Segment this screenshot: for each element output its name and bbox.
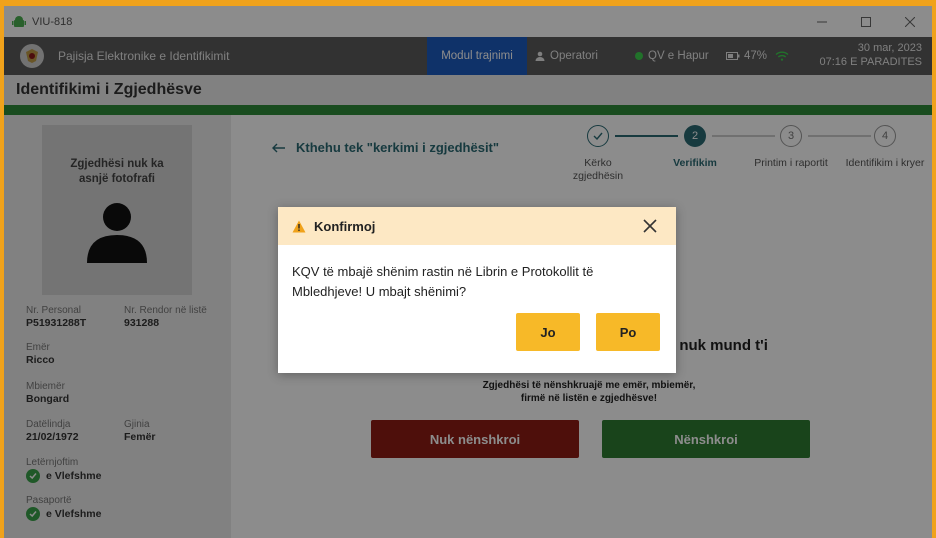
app-window: VIU-818 Pajisja Elektronike e Identifiki… <box>4 6 932 538</box>
no-button[interactable]: Jo <box>516 313 580 351</box>
yes-button[interactable]: Po <box>596 313 660 351</box>
dialog-header: Konfirmoj <box>278 207 676 245</box>
dialog-close-button[interactable] <box>640 216 660 236</box>
warning-icon <box>292 220 306 232</box>
dialog-title: Konfirmoj <box>314 218 376 234</box>
confirm-dialog: Konfirmoj KQV të mbajë shënim rastin në … <box>278 207 676 373</box>
close-icon <box>643 219 657 233</box>
dialog-message: KQV të mbajë shënim rastin në Librin e P… <box>292 264 594 299</box>
